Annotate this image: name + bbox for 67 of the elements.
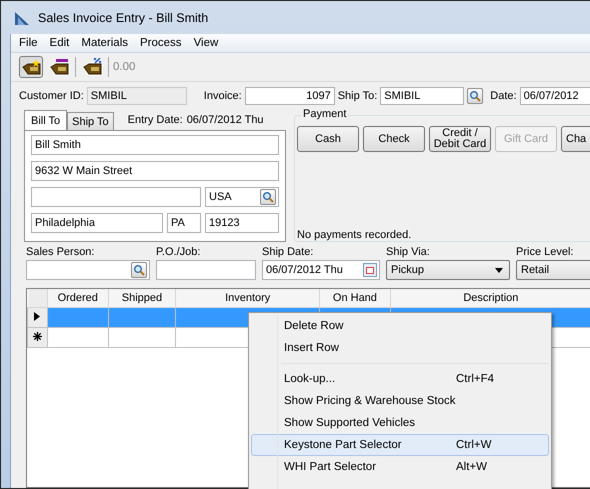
new-row-icon xyxy=(32,332,42,340)
context-menu-item[interactable]: Insert Row xyxy=(251,337,549,359)
price-tag-percent-icon xyxy=(81,58,103,76)
calendar-button[interactable] xyxy=(363,263,377,277)
context-menu-item[interactable]: Delete Row xyxy=(251,315,549,337)
po-job-label: P.O./Job: xyxy=(156,246,202,260)
column-header[interactable]: Shipped xyxy=(108,289,176,308)
customer-id-label: Customer ID: xyxy=(19,90,84,102)
invoice-label: Invoice: xyxy=(204,90,242,102)
zip-field[interactable]: 19123 xyxy=(205,213,279,233)
ship-to-label: Ship To: xyxy=(338,90,378,102)
total-amount: 0.00 xyxy=(113,61,136,73)
payment-title: Payment xyxy=(301,108,348,120)
sales-person-field[interactable] xyxy=(26,260,150,280)
ship-date-label: Ship Date: xyxy=(262,246,314,260)
payment-button[interactable]: Cash xyxy=(297,126,359,152)
menu-item[interactable]: Materials xyxy=(75,37,134,49)
toolbar-button[interactable] xyxy=(19,56,43,78)
customer-id-field[interactable]: SMIBIL xyxy=(86,87,187,105)
calendar-icon xyxy=(366,266,374,274)
context-menu-item[interactable]: Show Supported Vehicles xyxy=(251,412,549,434)
payment-button[interactable]: Cha xyxy=(561,126,590,152)
context-menu-item[interactable]: WHI Part Selector Alt+W xyxy=(251,456,549,478)
menu-item[interactable]: File xyxy=(13,37,44,49)
context-menu-item[interactable]: Show Pricing & Warehouse Stock xyxy=(251,390,549,412)
po-job-field[interactable] xyxy=(156,260,256,280)
street-field[interactable]: 9632 W Main Street xyxy=(31,161,279,181)
city-field[interactable]: Philadelphia xyxy=(31,213,163,233)
date-field[interactable]: 06/07/2012 xyxy=(520,87,590,105)
ship-via-dropdown[interactable]: Pickup xyxy=(386,260,510,280)
country-field[interactable]: USA xyxy=(205,187,279,207)
column-header[interactable]: On Hand xyxy=(320,289,390,308)
ship-via-label: Ship Via: xyxy=(386,246,431,260)
name-field[interactable]: Bill Smith xyxy=(31,135,279,155)
entry-date: 06/07/2012 Thu xyxy=(186,114,264,126)
ship-to-field[interactable]: SMIBIL xyxy=(380,87,464,105)
menu-item[interactable]: Process xyxy=(134,37,188,49)
address-line-field[interactable] xyxy=(31,187,201,207)
search-button[interactable] xyxy=(260,189,276,205)
price-tag-level-icon xyxy=(48,58,70,76)
state-field[interactable]: PA xyxy=(167,213,201,233)
menu-item[interactable]: Edit xyxy=(44,37,76,49)
column-header[interactable]: Description xyxy=(390,289,590,308)
current-row-icon xyxy=(34,312,40,320)
search-button[interactable] xyxy=(131,262,147,278)
column-header[interactable]: Inventory xyxy=(176,289,320,308)
menu-item[interactable]: View xyxy=(188,37,224,49)
window-title: Sales Invoice Entry - Bill Smith xyxy=(38,10,208,24)
app-icon xyxy=(14,10,30,26)
address-tab[interactable]: Bill To xyxy=(24,110,68,130)
ship-date-field[interactable]: 06/07/2012 Thu xyxy=(262,260,380,280)
invoice-field[interactable]: 1097 xyxy=(244,87,335,105)
context-menu-item[interactable]: Look-up... Ctrl+F4 xyxy=(251,368,549,390)
entry-date-label: Entry Date: xyxy=(128,114,183,126)
price-level-dropdown[interactable]: Retail xyxy=(516,260,590,280)
context-menu-item[interactable]: Keystone Part Selector Ctrl+W xyxy=(251,434,549,456)
price-level-label: Price Level: xyxy=(516,246,574,260)
search-button[interactable] xyxy=(467,88,484,104)
column-header[interactable]: Ordered xyxy=(47,289,108,308)
dropdown-caret-icon xyxy=(495,268,503,272)
payment-button[interactable]: Check xyxy=(363,126,425,152)
address-tab[interactable]: Ship To xyxy=(67,112,114,130)
payment-status: No payments recorded. xyxy=(297,229,412,241)
payment-button[interactable]: Credit / Debit Card xyxy=(429,126,491,152)
sales-person-label: Sales Person: xyxy=(26,246,96,260)
price-tag-star-icon xyxy=(20,58,42,76)
date-label: Date: xyxy=(490,90,517,102)
